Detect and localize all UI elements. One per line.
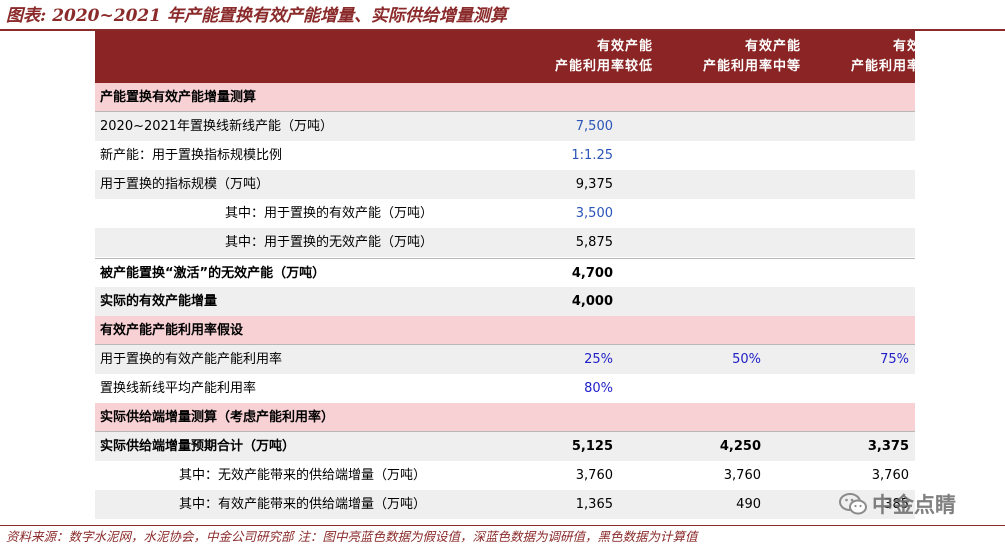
table-row: 被产能置换“激活”的无效产能（万吨） 4,700 <box>95 258 915 288</box>
row-value-low: 25% <box>584 352 613 367</box>
table-row: 新产能：用于置换指标规模比例 1:1.25 <box>95 141 915 170</box>
watermark-text: 中金点睛 <box>872 493 956 517</box>
table-row: 其中：用于置换的有效产能（万吨） 3,500 <box>95 199 915 228</box>
table-header: 有效产能 产能利用率较低 有效产能 产能利用率中等 有效产能 产能利用率较高 <box>95 31 948 83</box>
header-col-low: 有效产能 产能利用率较低 <box>513 37 653 81</box>
watermark: 中金点睛 <box>838 488 988 520</box>
source-footnote: 资料来源：数字水泥网，水泥协会，中金公司研究部 注：图中亮蓝色数据为假设值，深蓝… <box>6 529 698 544</box>
row-value-mid: 490 <box>736 497 761 512</box>
section-header: 产能置换有效产能增量测算 <box>95 83 915 112</box>
table-row: 其中：无效产能带来的供给端增量（万吨） 3,760 3,760 3,760 <box>95 461 915 490</box>
chat-bubble-icon <box>839 493 867 515</box>
page-title: 图表: 2020~2021 年产能置换有效产能增量、实际供给增量测算 <box>6 6 507 26</box>
header-col-low-line1: 有效产能 <box>596 39 653 54</box>
section-label: 产能置换有效产能增量测算 <box>100 90 257 105</box>
footer-divider <box>0 525 1005 526</box>
row-value-high: 3,760 <box>871 468 909 483</box>
row-value-low: 4,000 <box>571 294 613 309</box>
section-label: 实际供给端增量测算（考虑产能利用率） <box>100 410 335 425</box>
row-label: 其中：用于置换的无效产能（万吨） <box>225 235 434 250</box>
row-label: 用于置换的指标规模（万吨） <box>100 177 270 192</box>
table-row: 实际供给端增量预期合计（万吨） 5,125 4,250 3,375 <box>95 432 915 461</box>
row-value-low: 9,375 <box>575 177 613 192</box>
row-label: 实际的有效产能增量 <box>100 294 218 309</box>
table-row: 用于置换的指标规模（万吨） 9,375 <box>95 170 915 199</box>
row-label: 其中：有效产能带来的供给端增量（万吨） <box>179 497 427 512</box>
header-col-high-line1: 有效产能 <box>892 39 949 54</box>
section-header: 有效产能产能利用率假设 <box>95 316 915 345</box>
row-label: 被产能置换“激活”的无效产能（万吨） <box>100 266 326 281</box>
table-row: 用于置换的有效产能产能利用率 25% 50% 75% <box>95 345 915 374</box>
row-value-low: 7,500 <box>575 119 613 134</box>
row-label: 用于置换的有效产能产能利用率 <box>100 352 283 367</box>
row-label: 其中：无效产能带来的供给端增量（万吨） <box>179 468 427 483</box>
row-value-mid: 3,760 <box>723 468 761 483</box>
row-value-high: 3,375 <box>867 439 909 454</box>
row-value-mid: 50% <box>732 352 761 367</box>
row-value-mid: 4,250 <box>719 439 761 454</box>
section-label: 有效产能产能利用率假设 <box>100 323 244 338</box>
header-col-high: 有效产能 产能利用率较高 <box>809 37 949 81</box>
row-value-low: 4,700 <box>571 266 613 281</box>
row-value-low: 5,125 <box>571 439 613 454</box>
table-row: 其中：有效产能带来的供给端增量（万吨） 1,365 490 385 <box>95 490 915 519</box>
table-row: 其中：用于置换的无效产能（万吨） 5,875 <box>95 228 915 257</box>
header-col-high-line2: 产能利用率较高 <box>850 59 949 74</box>
row-value-low: 5,875 <box>575 235 613 250</box>
row-value-low: 3,500 <box>575 206 613 221</box>
row-label: 其中：用于置换的有效产能（万吨） <box>225 206 434 221</box>
row-label: 置换线新线平均产能利用率 <box>100 381 257 396</box>
row-value-low: 1:1.25 <box>571 148 613 163</box>
header-col-mid: 有效产能 产能利用率中等 <box>661 37 801 81</box>
table-row: 2020~2021年置换线新线产能（万吨） 7,500 <box>95 112 915 141</box>
row-label: 2020~2021年置换线新线产能（万吨） <box>100 119 334 134</box>
row-value-low: 3,760 <box>575 468 613 483</box>
header-col-low-line2: 产能利用率较低 <box>554 59 653 74</box>
row-value-high: 75% <box>880 352 909 367</box>
row-label: 实际供给端增量预期合计（万吨） <box>100 439 296 454</box>
table-row: 置换线新线平均产能利用率 80% <box>95 374 915 403</box>
row-label: 新产能：用于置换指标规模比例 <box>100 148 283 163</box>
table-row: 实际的有效产能增量 4,000 <box>95 287 915 316</box>
row-value-low: 1,365 <box>575 497 613 512</box>
header-col-mid-line1: 有效产能 <box>744 39 801 54</box>
row-value-low: 80% <box>584 381 613 396</box>
section-header: 实际供给端增量测算（考虑产能利用率） <box>95 403 915 432</box>
header-col-mid-line2: 产能利用率中等 <box>702 59 801 74</box>
